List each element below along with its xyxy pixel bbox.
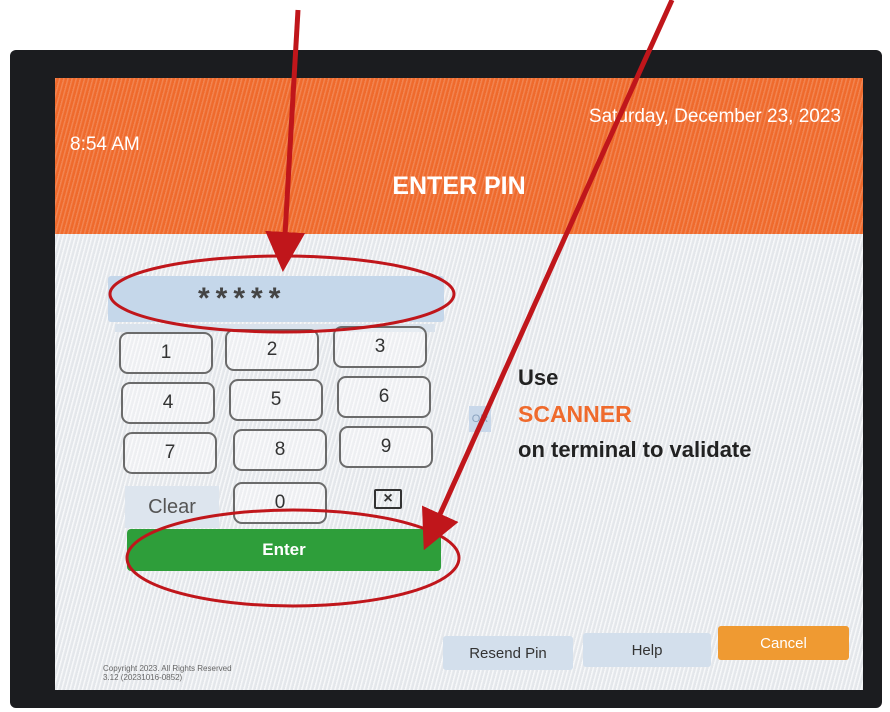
header-date: Saturday, December 23, 2023 xyxy=(588,106,841,127)
resend-pin-button[interactable]: Resend Pin xyxy=(443,636,573,670)
keypad-key-6[interactable]: 6 xyxy=(337,376,431,418)
help-button[interactable]: Help xyxy=(583,633,711,667)
page-title: ENTER PIN xyxy=(392,172,526,200)
keypad-key-5[interactable]: 5 xyxy=(229,379,323,421)
keypad-key-1[interactable]: 1 xyxy=(119,332,213,374)
clock-time: 8:54 AM xyxy=(70,134,140,155)
enter-button[interactable]: Enter xyxy=(127,529,441,571)
scanner-line-use: Use xyxy=(518,365,559,390)
keypad-key-3[interactable]: 3 xyxy=(333,326,427,368)
keypad-key-4[interactable]: 4 xyxy=(121,382,215,424)
scanner-instructions: Use SCANNER on terminal to validate xyxy=(518,360,752,468)
pin-input[interactable]: ***** xyxy=(108,276,444,322)
keypad-key-2[interactable]: 2 xyxy=(225,329,319,371)
cancel-button[interactable]: Cancel xyxy=(718,626,849,660)
backspace-button[interactable]: × xyxy=(341,478,435,520)
version-line: 3.12 (20231016-0852) xyxy=(103,673,183,682)
keypad-key-9[interactable]: 9 xyxy=(339,426,433,468)
scanner-line-validate: on terminal to validate xyxy=(518,437,752,462)
keypad-key-7[interactable]: 7 xyxy=(123,432,217,474)
or-divider: OR xyxy=(469,406,491,432)
backspace-icon: × xyxy=(374,489,402,509)
clear-button[interactable]: Clear xyxy=(125,486,219,528)
keypad-key-0[interactable]: 0 xyxy=(233,482,327,524)
scanner-line-scanner: SCANNER xyxy=(518,401,632,427)
header-bar: 8:54 AM Saturday, December 23, 2023 ENTE… xyxy=(55,78,863,234)
kiosk-screen: 8:54 AM Saturday, December 23, 2023 ENTE… xyxy=(55,78,863,690)
copyright-line: Copyright 2023. All Rights Reserved xyxy=(103,664,232,673)
copyright-text: Copyright 2023. All Rights Reserved 3.12… xyxy=(103,664,232,682)
keypad-key-8[interactable]: 8 xyxy=(233,429,327,471)
